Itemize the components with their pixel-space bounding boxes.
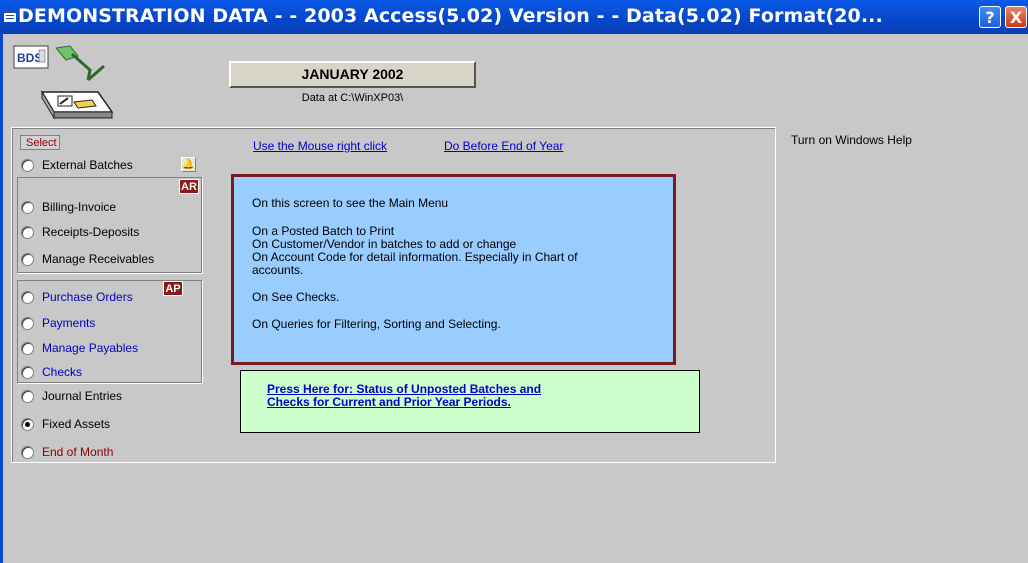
radio-manage-receivables[interactable]: Manage Receivables: [21, 251, 154, 267]
radio-external-batches[interactable]: External Batches: [21, 157, 133, 173]
info-line: On See Checks.: [252, 290, 340, 304]
radio-button[interactable]: [21, 225, 34, 239]
radio-button[interactable]: [21, 316, 34, 330]
radio-payments[interactable]: Payments: [21, 315, 95, 331]
unposted-batches-status-button[interactable]: Press Here for: Status of Unposted Batch…: [240, 370, 700, 433]
select-label: Select: [20, 135, 60, 150]
option-label: End of Month: [42, 445, 114, 459]
info-line: accounts.: [252, 263, 304, 277]
radio-journal-entries[interactable]: Journal Entries: [21, 388, 122, 404]
info-line: On Queries for Filtering, Sorting and Se…: [252, 317, 501, 331]
bell-icon[interactable]: 🔔: [181, 157, 196, 172]
title-bar: DEMONSTRATION DATA - - 2003 Access(5.02)…: [0, 0, 1028, 34]
radio-button[interactable]: [21, 290, 34, 304]
close-button[interactable]: X: [1005, 6, 1027, 28]
option-label: Manage Receivables: [42, 252, 155, 266]
radio-button[interactable]: [21, 252, 34, 266]
logo-text: BDS: [17, 51, 42, 65]
radio-button[interactable]: [21, 389, 34, 403]
radio-receipts-deposits[interactable]: Receipts-Deposits: [21, 224, 139, 240]
option-label: External Batches: [42, 158, 133, 172]
windows-help-toggle[interactable]: Turn on Windows Help: [791, 133, 912, 147]
option-label: Purchase Orders: [42, 290, 133, 304]
right-click-info-box: On this screen to see the Main Menu On a…: [231, 174, 676, 365]
radio-checks[interactable]: Checks: [21, 364, 82, 380]
option-label: Receipts-Deposits: [42, 225, 140, 239]
window-border: [0, 34, 3, 563]
month-button[interactable]: JANUARY 2002: [229, 61, 476, 88]
radio-fixed-assets[interactable]: Fixed Assets: [21, 416, 110, 432]
radio-button-selected[interactable]: [21, 417, 34, 431]
data-path: Data at C:\WinXP03\: [301, 92, 404, 104]
radio-button[interactable]: [21, 341, 34, 355]
option-label: Fixed Assets: [42, 417, 111, 431]
radio-billing-invoice[interactable]: Billing-Invoice: [21, 199, 116, 215]
status-link-line2[interactable]: Checks for Current and Prior Year Period…: [267, 396, 511, 409]
radio-button[interactable]: [21, 200, 34, 214]
radio-end-of-month[interactable]: End of Month: [21, 444, 113, 460]
info-line: On this screen to see the Main Menu: [252, 196, 449, 210]
ap-badge: AP: [163, 281, 183, 296]
option-label: Payments: [42, 316, 96, 330]
option-label: Billing-Invoice: [42, 200, 117, 214]
radio-button[interactable]: [21, 158, 34, 172]
option-label: Checks: [42, 365, 83, 379]
option-label: Journal Entries: [42, 389, 123, 403]
radio-manage-payables[interactable]: Manage Payables: [21, 340, 138, 356]
form-icon[interactable]: [4, 10, 16, 22]
mouse-right-click-link[interactable]: Use the Mouse right click: [253, 139, 387, 153]
window-title: DEMONSTRATION DATA - - 2003 Access(5.02)…: [18, 5, 883, 27]
radio-button[interactable]: [21, 445, 34, 459]
before-end-of-year-link[interactable]: Do Before End of Year: [444, 139, 563, 153]
option-label: Manage Payables: [42, 341, 139, 355]
radio-button[interactable]: [21, 365, 34, 379]
bds-logo-icon: BDS: [13, 45, 114, 120]
ar-badge: AR: [179, 179, 199, 194]
radio-purchase-orders[interactable]: Purchase Orders: [21, 289, 133, 305]
help-button[interactable]: ?: [979, 6, 1001, 28]
